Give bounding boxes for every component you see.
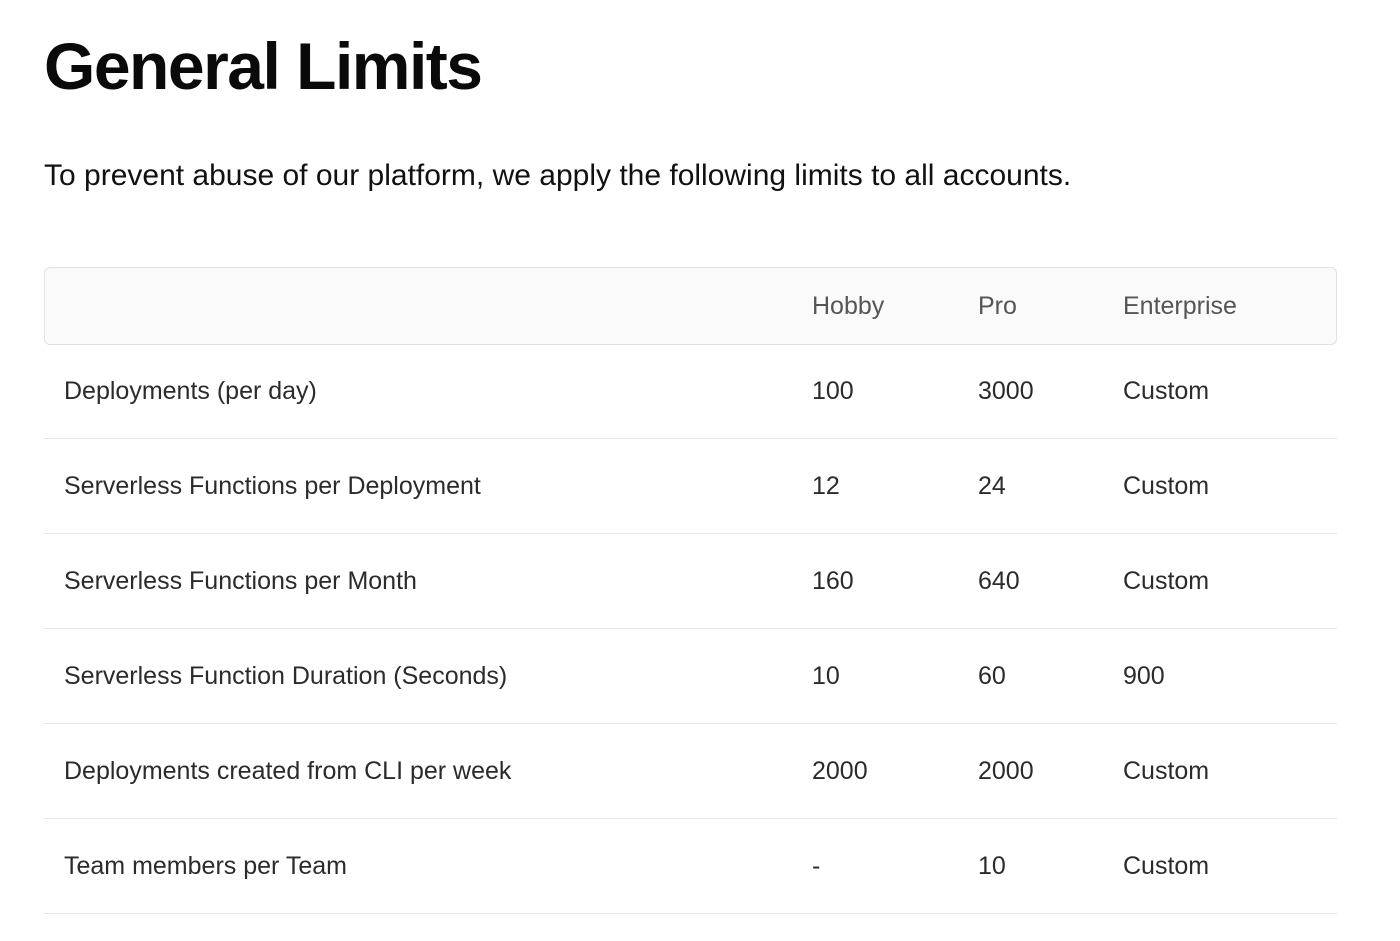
intro-paragraph: To prevent abuse of our platform, we app… <box>44 159 1072 192</box>
header-hobby: Hobby <box>812 267 978 345</box>
pro-value: 60 <box>978 629 1123 724</box>
table-row: Serverless Functions per Month 160 640 C… <box>44 534 1337 629</box>
enterprise-value: 900 <box>1123 629 1337 724</box>
hobby-value: 12 <box>812 439 978 534</box>
header-row: Hobby Pro Enterprise <box>44 267 1337 345</box>
header-enterprise: Enterprise <box>1123 267 1337 345</box>
enterprise-value: Custom <box>1123 345 1337 439</box>
header-feature <box>44 267 812 345</box>
table-row: Deployments created from CLI per week 20… <box>44 724 1337 819</box>
table-body: Deployments (per day) 100 3000 Custom Se… <box>44 345 1337 914</box>
enterprise-value: Custom <box>1123 439 1337 534</box>
pro-value: 24 <box>978 439 1123 534</box>
table-row: Serverless Function Duration (Seconds) 1… <box>44 629 1337 724</box>
hobby-value: 2000 <box>812 724 978 819</box>
limit-name: Serverless Functions per Deployment <box>44 439 812 534</box>
pro-value: 10 <box>978 819 1123 914</box>
pro-value: 640 <box>978 534 1123 629</box>
table-row: Serverless Functions per Deployment 12 2… <box>44 439 1337 534</box>
limit-name: Team members per Team <box>44 819 812 914</box>
page-title: General Limits <box>44 29 483 103</box>
table-row: Deployments (per day) 100 3000 Custom <box>44 345 1337 439</box>
table-header: Hobby Pro Enterprise <box>44 267 1337 345</box>
enterprise-value: Custom <box>1123 819 1337 914</box>
table-row: Team members per Team - 10 Custom <box>44 819 1337 914</box>
enterprise-value: Custom <box>1123 534 1337 629</box>
hobby-value: 10 <box>812 629 978 724</box>
hobby-value: 100 <box>812 345 978 439</box>
limits-table: Hobby Pro Enterprise Deployments (per da… <box>44 267 1337 914</box>
pro-value: 3000 <box>978 345 1123 439</box>
limit-name: Deployments (per day) <box>44 345 812 439</box>
enterprise-value: Custom <box>1123 724 1337 819</box>
pro-value: 2000 <box>978 724 1123 819</box>
limit-name: Serverless Function Duration (Seconds) <box>44 629 812 724</box>
hobby-value: - <box>812 819 978 914</box>
limit-name: Deployments created from CLI per week <box>44 724 812 819</box>
limit-name: Serverless Functions per Month <box>44 534 812 629</box>
hobby-value: 160 <box>812 534 978 629</box>
header-pro: Pro <box>978 267 1123 345</box>
